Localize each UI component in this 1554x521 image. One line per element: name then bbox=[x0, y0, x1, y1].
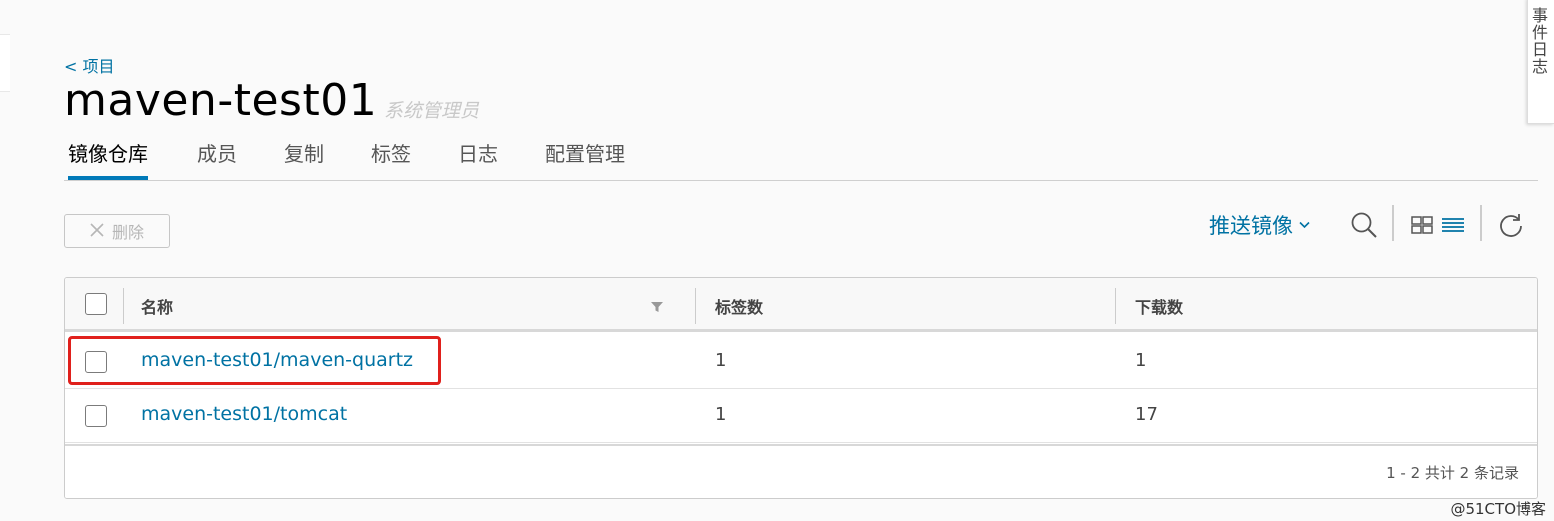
select-all-checkbox[interactable] bbox=[85, 293, 107, 315]
row-checkbox[interactable] bbox=[85, 405, 107, 427]
toolbar-divider bbox=[1392, 205, 1394, 241]
pull-count: 17 bbox=[1135, 404, 1158, 425]
pagination-summary: 1 - 2 共计 2 条记录 bbox=[1386, 464, 1519, 482]
tag-count: 1 bbox=[715, 404, 727, 425]
filter-icon[interactable] bbox=[651, 298, 663, 317]
left-panel-edge bbox=[0, 34, 10, 92]
table-row: maven-test01/tomcat 1 17 bbox=[65, 389, 1537, 443]
watermark: @51CTO博客 bbox=[1450, 500, 1546, 518]
delete-button[interactable]: 删除 bbox=[64, 214, 170, 248]
tab-logs[interactable]: 日志 bbox=[458, 141, 498, 180]
tab-members[interactable]: 成员 bbox=[197, 141, 237, 180]
tab-repositories[interactable]: 镜像仓库 bbox=[68, 141, 148, 180]
close-icon bbox=[90, 222, 104, 241]
column-divider bbox=[1115, 288, 1116, 324]
toolbar-divider bbox=[1480, 205, 1482, 241]
project-tabs: 镜像仓库 成员 复制 标签 日志 配置管理 bbox=[64, 135, 1538, 181]
delete-label: 删除 bbox=[111, 223, 144, 242]
column-header-pulls[interactable]: 下载数 bbox=[1135, 294, 1183, 318]
chevron-down-icon bbox=[1299, 218, 1310, 232]
list-view-icon[interactable] bbox=[1440, 213, 1466, 237]
pull-count: 1 bbox=[1135, 350, 1147, 371]
column-header-tags[interactable]: 标签数 bbox=[715, 294, 763, 318]
column-header-name[interactable]: 名称 bbox=[141, 294, 173, 318]
grid-view-icon[interactable] bbox=[1410, 213, 1434, 237]
table-header: 名称 标签数 下载数 bbox=[65, 278, 1537, 332]
event-log-panel-toggle[interactable]: 事件日志 bbox=[1527, 0, 1554, 124]
repository-table: 名称 标签数 下载数 maven-test01/maven-quartz 1 1… bbox=[64, 277, 1538, 499]
tab-replication[interactable]: 复制 bbox=[284, 141, 324, 180]
column-divider bbox=[123, 288, 124, 324]
refresh-icon[interactable] bbox=[1496, 210, 1526, 240]
tab-configuration[interactable]: 配置管理 bbox=[545, 141, 625, 180]
search-icon[interactable] bbox=[1348, 209, 1380, 241]
repository-link[interactable]: maven-test01/tomcat bbox=[141, 403, 347, 425]
highlight-annotation bbox=[68, 336, 441, 385]
tab-labels[interactable]: 标签 bbox=[371, 141, 411, 180]
column-divider bbox=[695, 288, 696, 324]
table-footer: 1 - 2 共计 2 条记录 bbox=[65, 444, 1537, 498]
push-image-label: 推送镜像 bbox=[1209, 214, 1293, 238]
tag-count: 1 bbox=[715, 350, 727, 371]
page-title: maven-test01 bbox=[64, 75, 378, 126]
push-image-dropdown[interactable]: 推送镜像 bbox=[1209, 210, 1310, 240]
role-label: 系统管理员 bbox=[384, 100, 480, 122]
event-log-label: 事件日志 bbox=[1529, 7, 1548, 75]
